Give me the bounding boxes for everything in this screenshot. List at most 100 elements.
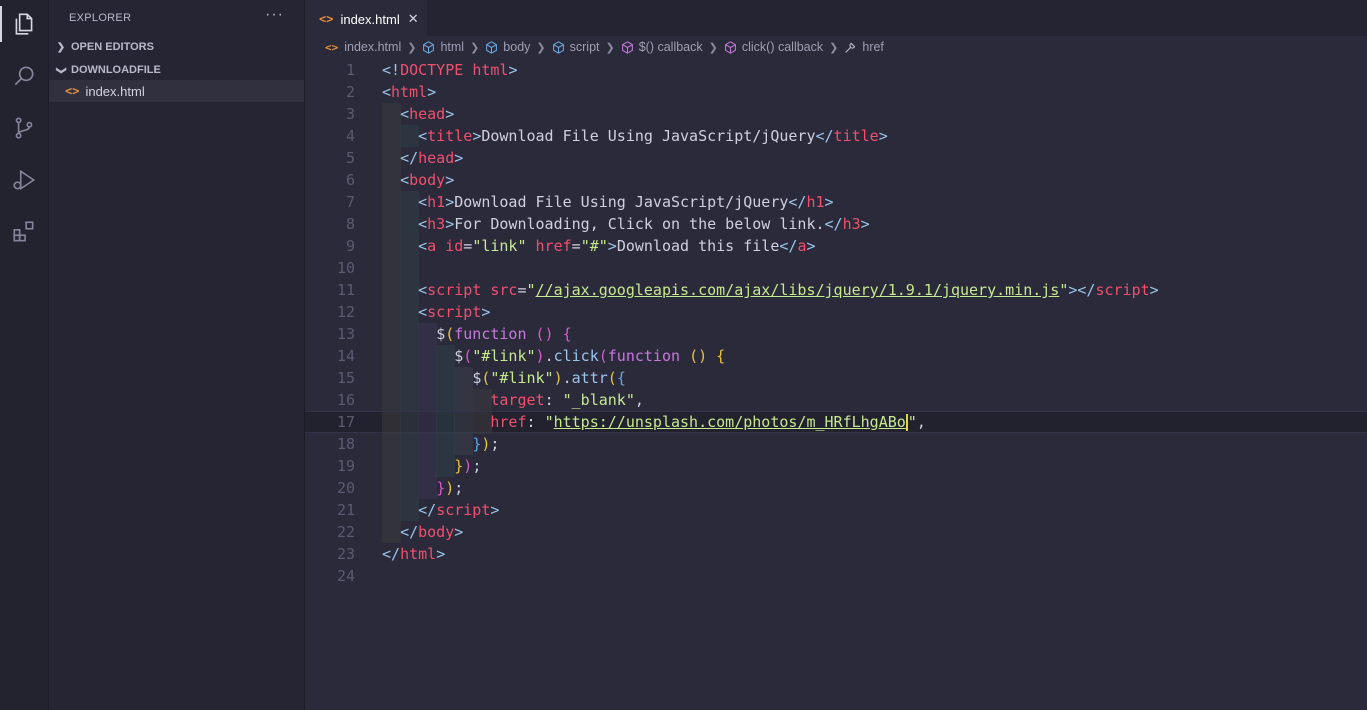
code-text: }); bbox=[454, 457, 482, 475]
line-number: 20 bbox=[336, 479, 355, 497]
files-icon[interactable] bbox=[0, 0, 48, 48]
line-number: 24 bbox=[336, 567, 355, 585]
breadcrumb-label: html bbox=[440, 40, 465, 54]
breadcrumb-item-callback[interactable]: $() callback bbox=[621, 40, 703, 54]
line-number: 18 bbox=[336, 435, 355, 453]
breadcrumb-file-label: index.html bbox=[344, 40, 402, 54]
line-number: 1 bbox=[345, 61, 355, 79]
code-line[interactable]: 22 </body> bbox=[305, 521, 1367, 543]
line-number: 16 bbox=[336, 391, 355, 409]
breadcrumb-label: $() callback bbox=[638, 40, 703, 54]
code-text: }); bbox=[436, 479, 464, 497]
line-number: 9 bbox=[345, 237, 355, 255]
activity-bar bbox=[0, 0, 49, 710]
breadcrumb-label: click() callback bbox=[741, 40, 824, 54]
code-text: <h3>For Downloading, Click on the below … bbox=[418, 215, 870, 233]
code-line[interactable]: 5 </head> bbox=[305, 147, 1367, 169]
file-item-index-html[interactable]: <> index.html bbox=[49, 80, 304, 102]
breadcrumb-item-script[interactable]: script bbox=[552, 40, 600, 54]
line-number: 13 bbox=[336, 325, 355, 343]
indent-guide bbox=[382, 257, 401, 279]
code-text: </head> bbox=[400, 149, 464, 167]
code-line[interactable]: 3 <head> bbox=[305, 103, 1367, 125]
code-line[interactable]: 20 }); bbox=[305, 477, 1367, 499]
more-actions-icon[interactable]: ··· bbox=[265, 6, 284, 24]
chevron-right-icon: ❯ bbox=[708, 41, 718, 54]
code-line[interactable]: 6 <body> bbox=[305, 169, 1367, 191]
code-editor[interactable]: 1 <!DOCTYPE html> 2 <html> 3 <head> 4 <title>… bbox=[305, 58, 1367, 710]
code-line[interactable]: 8 <h3>For Downloading, Click on the belo… bbox=[305, 213, 1367, 235]
line-number: 10 bbox=[336, 259, 355, 277]
breadcrumb-file[interactable]: <> index.html bbox=[325, 40, 401, 54]
run-debug-icon[interactable] bbox=[0, 156, 48, 204]
code-line[interactable]: 12 <script> bbox=[305, 301, 1367, 323]
tab-bar: <> index.html ✕ bbox=[305, 0, 1367, 37]
open-editors-section[interactable]: ❯ OPEN EDITORS bbox=[49, 36, 304, 58]
explorer-sidebar: EXPLORER ··· ❯ OPEN EDITORS ❯ DOWNLOADFI… bbox=[49, 0, 305, 710]
chevron-down-icon: ❯ bbox=[55, 65, 67, 75]
wrench-icon bbox=[844, 41, 857, 54]
function-icon bbox=[724, 40, 737, 54]
breadcrumb-label: href bbox=[862, 40, 884, 54]
code-text: $("#link").click(function () { bbox=[454, 347, 726, 365]
code-line[interactable]: 18 }); bbox=[305, 433, 1367, 455]
line-number: 6 bbox=[345, 171, 355, 189]
code-line[interactable]: 11 <script src="//ajax.googleapis.com/aj… bbox=[305, 279, 1367, 301]
section-label: DOWNLOADFILE bbox=[71, 64, 161, 76]
code-text: <script src="//ajax.googleapis.com/ajax/… bbox=[418, 281, 1159, 299]
code-line[interactable]: 9 <a id="link" href="#">Download this fi… bbox=[305, 235, 1367, 257]
line-number: 15 bbox=[336, 369, 355, 387]
code-line[interactable]: 15 $("#link").attr({ bbox=[305, 367, 1367, 389]
search-icon[interactable] bbox=[0, 52, 48, 100]
code-line[interactable]: 16 target: "_blank", bbox=[305, 389, 1367, 411]
code-line[interactable]: 24 bbox=[305, 565, 1367, 587]
close-icon[interactable]: ✕ bbox=[408, 11, 419, 27]
code-line[interactable]: 21 </script> bbox=[305, 499, 1367, 521]
file-name: index.html bbox=[85, 83, 145, 99]
code-text: <a id="link" href="#">Download this file… bbox=[418, 237, 816, 255]
chevron-right-icon: ❯ bbox=[470, 41, 480, 54]
code-line[interactable]: 7 <h1>Download File Using JavaScript/jQu… bbox=[305, 191, 1367, 213]
code-text: target: "_blank", bbox=[490, 391, 644, 409]
line-number: 3 bbox=[345, 105, 355, 123]
line-number: 5 bbox=[345, 149, 355, 167]
breadcrumb-item-html[interactable]: html bbox=[422, 40, 464, 54]
breadcrumb-item-body[interactable]: body bbox=[485, 40, 530, 54]
code-text: <h1>Download File Using JavaScript/jQuer… bbox=[418, 193, 834, 211]
line-number: 8 bbox=[345, 215, 355, 233]
code-line[interactable]: 14 $("#link").click(function () { bbox=[305, 345, 1367, 367]
breadcrumb: <> index.html ❯ html ❯ body ❯ script ❯ $… bbox=[305, 36, 1367, 58]
tab-index-html[interactable]: <> index.html ✕ bbox=[305, 0, 427, 37]
line-number: 22 bbox=[336, 523, 355, 541]
code-line[interactable]: 13 $(function () { bbox=[305, 323, 1367, 345]
code-line[interactable]: 10 bbox=[305, 257, 1367, 279]
section-label: OPEN EDITORS bbox=[71, 41, 154, 53]
code-text: <body> bbox=[400, 171, 455, 189]
line-number: 4 bbox=[345, 127, 355, 145]
code-line[interactable]: 23 </html> bbox=[305, 543, 1367, 565]
element-icon bbox=[485, 40, 498, 54]
code-text: href: "https://unsplash.com/photos/m_HRf… bbox=[490, 413, 926, 431]
code-line[interactable]: 19 }); bbox=[305, 455, 1367, 477]
extensions-icon[interactable] bbox=[0, 208, 48, 256]
line-number: 11 bbox=[336, 281, 355, 299]
indent-guide bbox=[400, 257, 420, 279]
code-text: <!DOCTYPE html> bbox=[382, 61, 518, 79]
code-text: <title>Download File Using JavaScript/jQ… bbox=[418, 127, 888, 145]
breadcrumb-item-href[interactable]: href bbox=[844, 40, 884, 54]
code-line[interactable]: 1 <!DOCTYPE html> bbox=[305, 59, 1367, 81]
chevron-right-icon: ❯ bbox=[56, 41, 66, 53]
source-control-icon[interactable] bbox=[0, 104, 48, 152]
code-text: </html> bbox=[382, 545, 446, 563]
chevron-right-icon: ❯ bbox=[536, 41, 546, 54]
project-folder-section[interactable]: ❯ DOWNLOADFILE bbox=[49, 59, 304, 81]
chevron-right-icon: ❯ bbox=[829, 41, 839, 54]
html-file-icon: <> bbox=[319, 12, 334, 26]
code-line[interactable]: 2 <html> bbox=[305, 81, 1367, 103]
line-number: 19 bbox=[336, 457, 355, 475]
breadcrumb-item-click-callback[interactable]: click() callback bbox=[724, 40, 823, 54]
element-icon bbox=[552, 40, 565, 54]
chevron-right-icon: ❯ bbox=[407, 41, 417, 54]
code-line[interactable]: 4 <title>Download File Using JavaScript/… bbox=[305, 125, 1367, 147]
code-line[interactable]: 17 href: "https://unsplash.com/photos/m_… bbox=[305, 411, 1367, 434]
